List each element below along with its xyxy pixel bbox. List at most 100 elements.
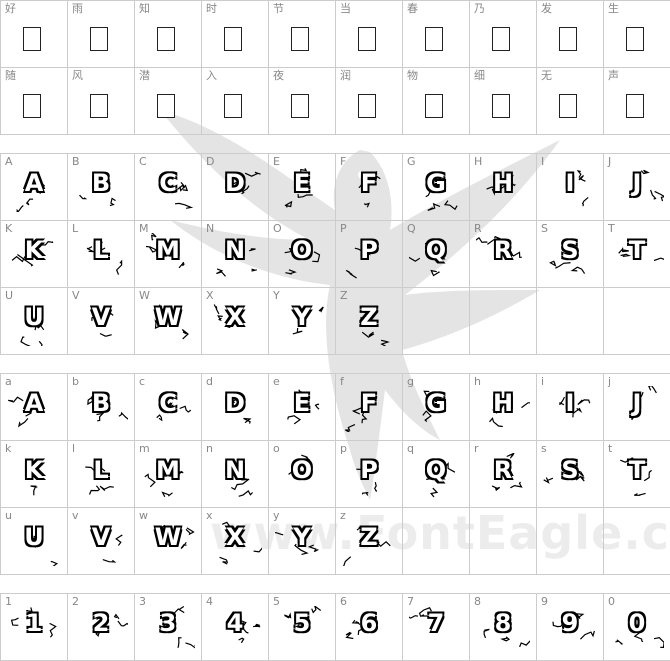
char-label: 无	[541, 69, 552, 82]
char-label: 好	[5, 2, 16, 15]
glyph-cell: oO	[269, 441, 336, 508]
glyph-preview: H	[492, 389, 514, 417]
glyph-preview: N	[224, 236, 246, 264]
glyph-cell: FF	[336, 154, 403, 221]
glyph-cell: 88	[470, 594, 537, 661]
glyph-preview: P	[360, 236, 378, 264]
missing-glyph-box	[425, 27, 443, 51]
glyph-preview: M	[156, 236, 180, 264]
glyph-cell: 当	[336, 1, 403, 68]
glyph-cell: 节	[269, 1, 336, 68]
glyph-cell: CC	[135, 154, 202, 221]
glyph-cell: rR	[470, 441, 537, 508]
grid-row: UUVVWWXXYYZZ	[1, 288, 670, 355]
glyph-preview: 7	[427, 609, 445, 637]
glyph-preview: Y	[293, 303, 311, 331]
grid-row: 好雨知时节当春乃发生	[1, 1, 670, 68]
glyph-cell: fF	[336, 374, 403, 441]
glyph-preview: R	[493, 456, 513, 484]
grid-row: AABBCCDDEEFFGGHHIIJJ	[1, 154, 670, 221]
glyph-cell: 生	[604, 1, 670, 68]
glyph-preview: U	[24, 523, 44, 551]
char-label: 时	[206, 2, 217, 15]
missing-glyph-box	[90, 94, 108, 118]
glyph-cell: yY	[269, 508, 336, 575]
glyph-preview: F	[360, 169, 378, 197]
char-label: 风	[72, 69, 83, 82]
glyph-cell: jJ	[604, 374, 670, 441]
glyph-preview: B	[91, 389, 111, 417]
glyph-cell: 发	[537, 1, 604, 68]
glyph-preview: T	[628, 236, 646, 264]
glyph-cell: qQ	[403, 441, 470, 508]
glyph-cell: EE	[269, 154, 336, 221]
glyph-cell: 声	[604, 68, 670, 135]
glyph-cell: 44	[202, 594, 269, 661]
missing-glyph-box	[492, 94, 510, 118]
glyph-cell: QQ	[403, 221, 470, 288]
glyph-preview: Y	[293, 523, 311, 551]
glyph-preview: H	[492, 169, 514, 197]
glyph-cell: PP	[336, 221, 403, 288]
glyph-cell: ZZ	[336, 288, 403, 355]
grid-row: 随风潜入夜润物细无声	[1, 68, 670, 135]
glyph-preview: I	[565, 389, 575, 417]
char-label: 细	[474, 69, 485, 82]
glyph-cell: lL	[68, 441, 135, 508]
missing-glyph-box	[626, 94, 644, 118]
glyph-cell: TT	[604, 221, 670, 288]
glyph-cell: zZ	[336, 508, 403, 575]
missing-glyph-box	[90, 27, 108, 51]
glyph-cell: 77	[403, 594, 470, 661]
glyph-cell: wW	[135, 508, 202, 575]
char-label: 发	[541, 2, 552, 15]
glyph-preview: N	[224, 456, 246, 484]
glyph-cell: xX	[202, 508, 269, 575]
glyph-preview: Z	[360, 303, 378, 331]
glyph-cell: SS	[537, 221, 604, 288]
glyph-cell: sS	[537, 441, 604, 508]
glyph-preview: 5	[293, 609, 311, 637]
char-label: 潜	[139, 69, 150, 82]
glyph-cell: LL	[68, 221, 135, 288]
glyph-preview: C	[159, 389, 177, 417]
glyph-cell: 无	[537, 68, 604, 135]
glyph-cell: 22	[68, 594, 135, 661]
glyph-preview: P	[360, 456, 378, 484]
glyph-cell: cC	[135, 374, 202, 441]
char-label: 乃	[474, 2, 485, 15]
glyph-preview: D	[225, 169, 245, 197]
glyph-cell: YY	[269, 288, 336, 355]
missing-glyph-box	[559, 94, 577, 118]
empty-cell	[537, 288, 604, 355]
glyph-cell: JJ	[604, 154, 670, 221]
glyph-cell: 润	[336, 68, 403, 135]
glyph-preview: V	[91, 523, 111, 551]
glyph-preview: Q	[425, 456, 447, 484]
missing-glyph-box	[492, 27, 510, 51]
empty-cell	[403, 508, 470, 575]
glyph-preview: A	[24, 389, 44, 417]
glyph-cell: 好	[1, 1, 68, 68]
missing-glyph-box	[224, 94, 242, 118]
missing-glyph-box	[559, 27, 577, 51]
missing-glyph-box	[23, 94, 41, 118]
glyph-cell: 随	[1, 68, 68, 135]
glyph-cell: VV	[68, 288, 135, 355]
char-label: 随	[5, 69, 16, 82]
glyph-preview: 4	[226, 609, 244, 637]
glyph-cell: kK	[1, 441, 68, 508]
glyph-cell: mM	[135, 441, 202, 508]
char-label: 润	[340, 69, 351, 82]
missing-glyph-box	[626, 27, 644, 51]
glyph-cell: 乃	[470, 1, 537, 68]
glyph-preview: G	[426, 169, 446, 197]
glyph-preview: 9	[561, 609, 579, 637]
glyph-cell: vV	[68, 508, 135, 575]
lowercase-preview-grid: aAbBcCdDeEfFgGhHiIjJkKlLmMnNoOpPqQrRsStT…	[0, 373, 670, 575]
glyph-preview: T	[628, 456, 646, 484]
grid-row: kKlLmMnNoOpPqQrRsStT	[1, 441, 670, 508]
glyph-cell: RR	[470, 221, 537, 288]
char-label: 知	[139, 2, 150, 15]
char-label: 当	[340, 2, 351, 15]
